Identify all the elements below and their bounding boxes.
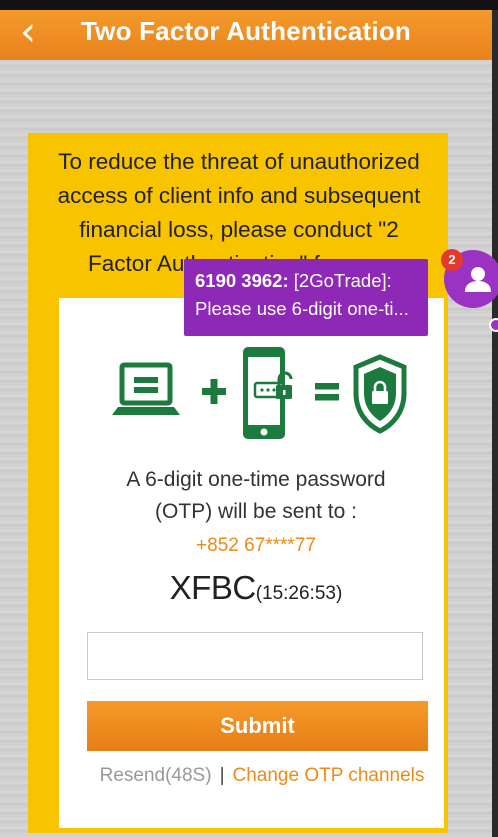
otp-description: A 6-digit one-time password (OTP) will b… <box>82 464 430 528</box>
app-header: ‹ Two Factor Authentication <box>0 10 492 60</box>
otp-input[interactable] <box>87 632 423 680</box>
masked-phone-number: +852 67****77 <box>196 535 316 556</box>
otp-reference: XFBC(15:26:53) <box>82 569 430 607</box>
notification-line1: 6190 3962: [2GoTrade]: <box>195 267 418 295</box>
submit-button[interactable]: Submit <box>87 701 428 751</box>
page-title: Two Factor Authentication <box>81 16 411 46</box>
shield-lock-icon <box>353 354 407 434</box>
sms-notification[interactable]: 6190 3962: [2GoTrade]: Please use 6-digi… <box>184 259 428 336</box>
change-otp-channels-link[interactable]: Change OTP channels <box>233 765 425 786</box>
status-bar <box>0 0 498 10</box>
resend-link[interactable]: Resend(48S) <box>100 765 212 786</box>
avatar-status-dot <box>489 318 498 332</box>
link-separator: | <box>219 765 225 786</box>
notification-badge: 2 <box>441 249 463 271</box>
notification-message: Please use 6-digit one-ti... <box>195 298 409 319</box>
2fa-illustration <box>112 347 407 439</box>
notification-sender: 6190 3962: <box>195 270 289 291</box>
otp-links: Resend(48S) | Change OTP channels <box>82 765 442 787</box>
smartphone-unlock-icon <box>243 347 293 439</box>
otp-reference-time: (15:26:53) <box>255 583 343 604</box>
plus-icon <box>202 379 226 404</box>
otp-reference-code: XFBC <box>169 569 257 606</box>
equals-icon <box>315 383 339 401</box>
notification-prefix: [2GoTrade]: <box>288 270 392 291</box>
laptop-icon <box>112 362 180 415</box>
otp-description-line2: (OTP) will be sent to : <box>155 500 357 523</box>
otp-description-line1: A 6-digit one-time password <box>126 468 386 491</box>
